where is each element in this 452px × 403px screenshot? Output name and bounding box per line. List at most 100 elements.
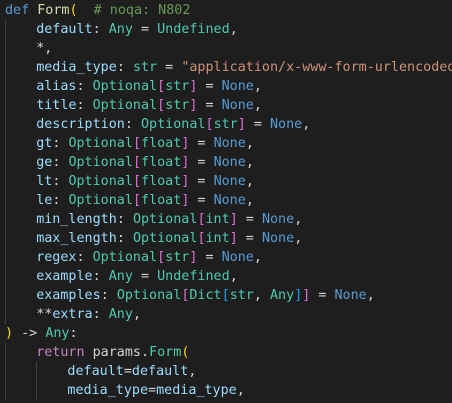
code-token-type: Undefined [157, 269, 230, 284]
code-token-plain: ** [36, 307, 53, 322]
code-line[interactable]: **extra: Any, [0, 305, 452, 324]
code-token-type: Dict [189, 288, 222, 303]
code-line[interactable]: min_length: Optional[int] = None, [0, 210, 452, 229]
code-token-type: Any [270, 288, 295, 303]
code-token-const: None [261, 231, 295, 246]
code-token-param: default [131, 364, 189, 379]
code-token-param: ge [36, 155, 53, 170]
indent-guide [5, 343, 6, 362]
code-token-function: Form [37, 3, 70, 18]
code-token-plain: = [189, 136, 214, 151]
code-line[interactable]: description: Optional[str] = None, [0, 115, 452, 134]
code-token-param: gt [36, 136, 53, 151]
code-line[interactable]: ) -> Any: [0, 324, 452, 343]
code-token-type: str [132, 60, 158, 75]
code-line[interactable]: default: Any = Undefined, [0, 20, 452, 39]
code-token-plain: , [302, 117, 311, 132]
code-token-plain: : [52, 174, 69, 189]
indent-guide [5, 20, 6, 39]
code-token-plain: , [229, 22, 238, 37]
code-token-plain: , [229, 269, 238, 284]
code-line[interactable]: title: Optional[str] = None, [0, 96, 452, 115]
code-line[interactable]: media_type=media_type, [0, 381, 452, 400]
code-token-param: media_type [67, 383, 149, 398]
code-editor[interactable]: def Form( # noqa: N802 default: Any = Und… [0, 0, 452, 403]
code-line[interactable]: media_type: str = "application/x-www-for… [0, 58, 452, 77]
code-token-plain: : [100, 288, 117, 303]
code-token-plain: = [197, 98, 222, 113]
code-token-param: default [36, 22, 93, 37]
code-line[interactable]: example: Any = Undefined, [0, 267, 452, 286]
code-token-param: extra [52, 307, 93, 322]
code-token-const: None [221, 98, 254, 113]
code-line[interactable]: le: Optional[float] = None, [0, 191, 452, 210]
code-token-plain: , [245, 136, 254, 151]
code-token-type: Any [108, 307, 133, 322]
code-token-plain: , [366, 288, 375, 303]
code-token-plain: : [52, 155, 69, 170]
code-line[interactable]: max_length: Optional[int] = None, [0, 229, 452, 248]
indent-guide [5, 77, 6, 96]
code-token-type: Optional [92, 79, 158, 94]
indent-guide [5, 58, 6, 77]
code-token-param: max_length [36, 231, 117, 246]
code-line[interactable]: *, [0, 39, 452, 58]
code-token-param: media_type [156, 383, 237, 398]
code-line[interactable]: def Form( # noqa: N802 [0, 1, 452, 20]
code-token-plain: params [92, 345, 141, 360]
code-token-plain: : [116, 60, 133, 75]
indent-guide [5, 134, 6, 153]
code-token-plain: = [132, 22, 158, 37]
code-token-type: Any [45, 326, 70, 341]
code-token-const: None [213, 193, 246, 208]
code-token-param: examples [36, 288, 101, 303]
code-line[interactable]: return params.Form( [0, 343, 452, 362]
code-line[interactable]: default=default, [0, 362, 452, 381]
code-token-type: Undefined [157, 22, 230, 37]
code-token-param: description [36, 117, 125, 132]
code-line[interactable]: gt: Optional[float] = None, [0, 134, 452, 153]
code-token-type: Optional [132, 231, 198, 246]
code-token-plain: = [123, 364, 132, 379]
indent-guide [5, 153, 6, 172]
code-token-bracket2: [ [132, 174, 141, 189]
code-token-plain: = [189, 193, 214, 208]
indent-guide [5, 210, 6, 229]
code-token-plain: , [132, 307, 141, 322]
code-line[interactable]: examples: Optional[Dict[str, Any]] = Non… [0, 286, 452, 305]
indent-guide [5, 362, 6, 381]
indent-guide [5, 305, 6, 324]
code-token-plain: *, [36, 41, 53, 56]
code-token-bracket2: [ [197, 212, 206, 227]
code-token-type: Optional [92, 250, 158, 265]
code-token-plain: , [188, 364, 197, 379]
code-token-bracket2: [ [132, 155, 141, 170]
code-line[interactable]: regex: Optional[str] = None, [0, 248, 452, 267]
code-token-bracket2: [ [157, 250, 166, 265]
code-token-plain: : [52, 193, 69, 208]
code-token-control: return [36, 345, 85, 360]
code-token-param: example [36, 269, 93, 284]
code-token-plain: , [236, 383, 245, 398]
code-line[interactable]: ge: Optional[float] = None, [0, 153, 452, 172]
code-token-plain: = [310, 288, 335, 303]
indent-guide [5, 115, 6, 134]
code-token-type: str [213, 117, 238, 132]
code-token-plain: : [124, 117, 141, 132]
code-line[interactable]: alias: Optional[str] = None, [0, 77, 452, 96]
indent-guide [5, 39, 6, 58]
code-token-plain: = [237, 212, 262, 227]
code-token-plain: , [245, 155, 254, 170]
indent-guide [5, 286, 6, 305]
code-token-type: Optional [68, 136, 133, 151]
code-token-plain: = [189, 174, 214, 189]
code-token-bracket3: [ [221, 288, 230, 303]
code-token-plain: : [92, 307, 109, 322]
code-token-param: lt [36, 174, 53, 189]
code-token-plain: : [92, 22, 109, 37]
indent-guide [5, 248, 6, 267]
indent-guide [5, 381, 6, 400]
code-line[interactable]: lt: Optional[float] = None, [0, 172, 452, 191]
code-token-const: None [221, 79, 254, 94]
